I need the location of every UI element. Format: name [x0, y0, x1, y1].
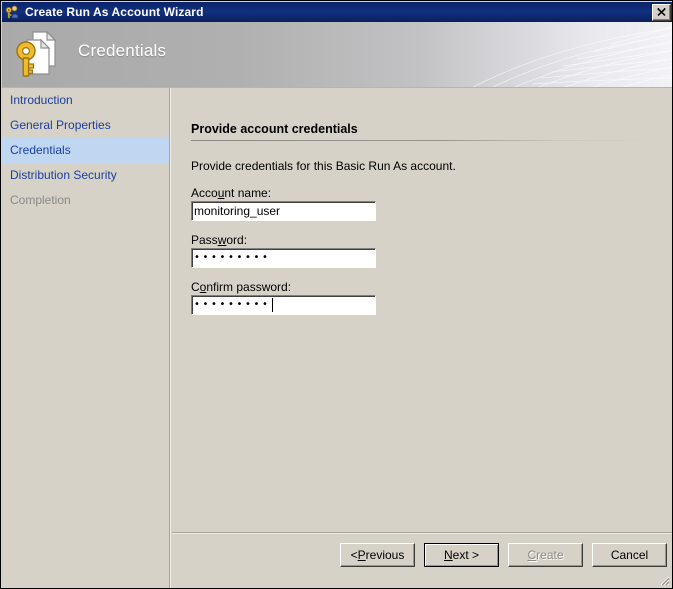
resize-grip-icon[interactable] [656, 572, 670, 586]
sidebar-item-completion: Completion [2, 188, 169, 213]
button-accelerator: C [527, 548, 537, 562]
close-icon[interactable] [652, 3, 671, 21]
banner-mesh-decoration [472, 25, 672, 87]
create-button: Create [508, 543, 583, 567]
password-label: Password: [191, 233, 247, 247]
wizard-steps-sidebar: Introduction General Properties Credenti… [2, 88, 169, 588]
label-part: nfirm password: [206, 280, 292, 294]
sidebar-item-label: Distribution Security [10, 168, 117, 182]
label-part: Pass [191, 233, 218, 247]
key-document-icon [11, 26, 67, 82]
heading-divider [191, 140, 653, 141]
confirm-password-input[interactable]: ••••••••• [191, 295, 376, 315]
page-title: Provide account credentials [191, 122, 358, 136]
sidebar-item-label: Completion [10, 193, 71, 207]
cancel-button[interactable]: Cancel [592, 543, 667, 567]
password-masked-value: ••••••••• [194, 252, 271, 263]
sidebar-item-label: Introduction [10, 93, 73, 107]
wizard-banner: Credentials [2, 22, 672, 87]
button-accelerator: N [443, 548, 453, 562]
intro-text: Provide credentials for this Basic Run A… [191, 159, 456, 173]
title-bar: Create Run As Account Wizard [2, 2, 672, 22]
next-button[interactable]: Next > [424, 543, 499, 567]
footer-divider [172, 532, 672, 534]
button-label-part: < [350, 548, 358, 562]
sidebar-item-distribution-security[interactable]: Distribution Security [2, 163, 169, 188]
sidebar-item-label: General Properties [10, 118, 111, 132]
banner-title: Credentials [78, 41, 167, 60]
label-part: C [191, 280, 200, 294]
wizard-window: Create Run As Account Wizard Credentials… [0, 0, 673, 589]
dialog-body: Introduction General Properties Credenti… [2, 88, 672, 588]
button-bar: < Previous Next > Create Cancel [172, 543, 667, 567]
window-title: Create Run As Account Wizard [25, 5, 204, 19]
account-name-input[interactable]: monitoring_user [191, 201, 376, 221]
run-as-account-icon [5, 4, 21, 20]
sidebar-item-introduction[interactable]: Introduction [2, 88, 169, 113]
sidebar-item-label: Credentials [10, 143, 71, 157]
label-part: Acco [191, 186, 218, 200]
account-name-value: monitoring_user [194, 204, 281, 218]
sidebar-divider [169, 88, 171, 588]
label-part: ord: [226, 233, 248, 247]
label-part: nt name: [224, 186, 272, 200]
main-pane: Provide account credentials Provide cred… [172, 88, 672, 588]
text-caret [271, 298, 273, 312]
button-label-part: Cancel [610, 548, 649, 562]
previous-button[interactable]: < Previous [340, 543, 415, 567]
account-name-label: Account name: [191, 186, 271, 200]
button-label-part: ext > [452, 548, 480, 562]
confirm-password-label: Confirm password: [191, 280, 291, 294]
button-label-part: revious [365, 548, 405, 562]
sidebar-item-general-properties[interactable]: General Properties [2, 113, 169, 138]
password-input[interactable]: ••••••••• [191, 248, 376, 268]
sidebar-item-credentials[interactable]: Credentials [2, 138, 169, 163]
confirm-password-masked-value: ••••••••• [194, 299, 271, 310]
button-accelerator: P [357, 548, 366, 562]
button-label-part: reate [536, 548, 564, 562]
